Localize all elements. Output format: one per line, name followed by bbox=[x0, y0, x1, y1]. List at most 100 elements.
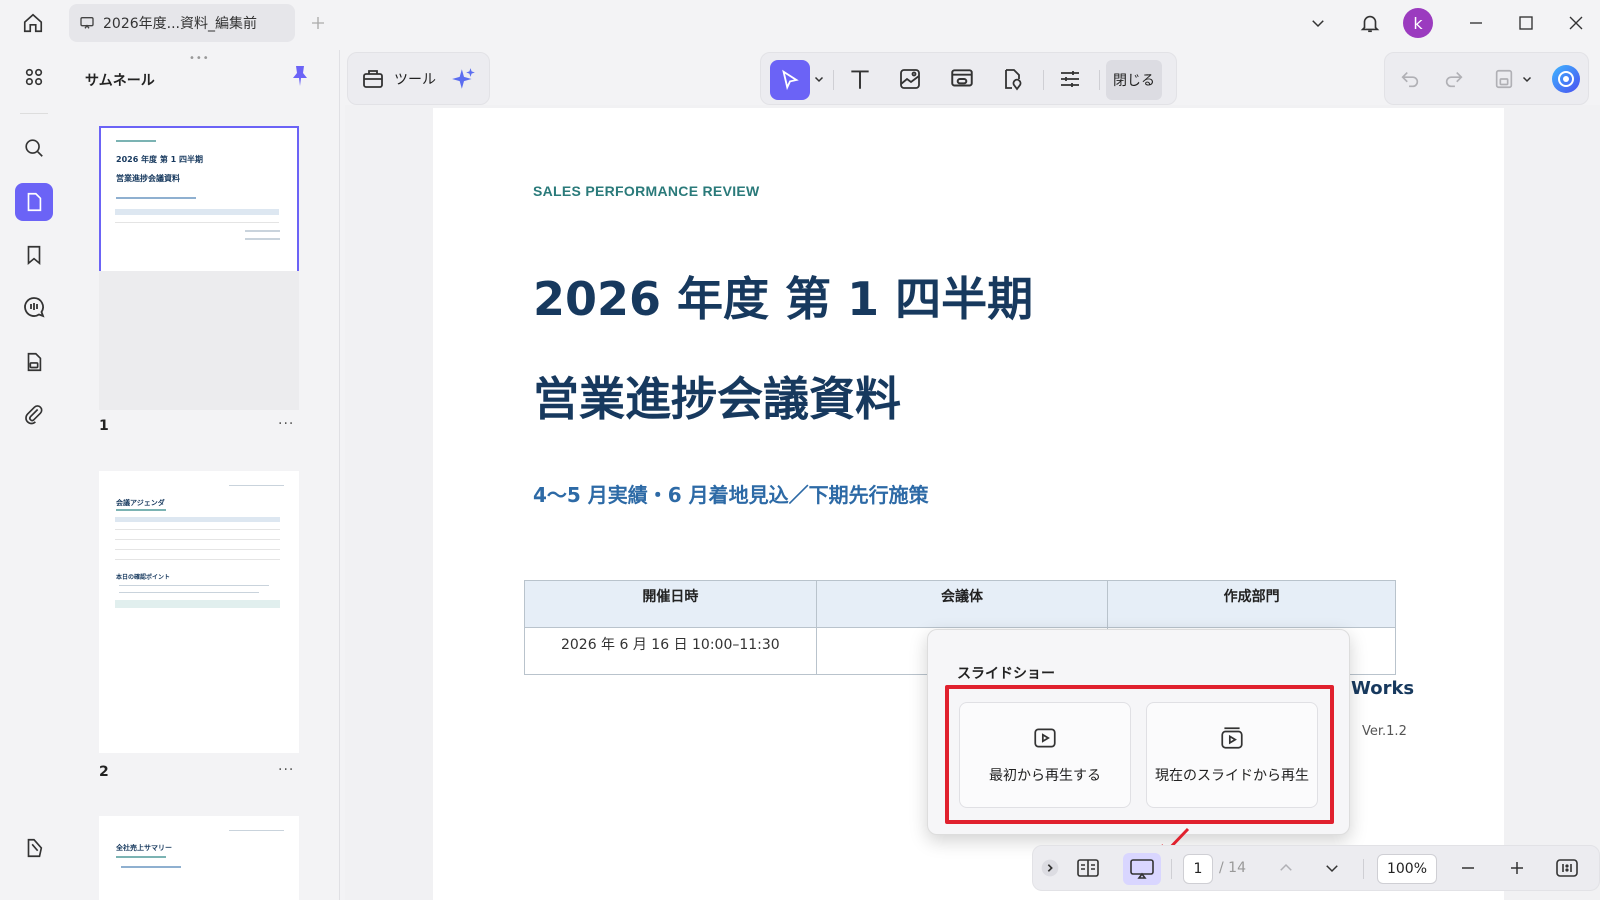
link-tool-icon[interactable] bbox=[949, 66, 975, 92]
slideshow-popup-title: スライドショー bbox=[957, 666, 1055, 682]
minimize-icon[interactable] bbox=[1464, 11, 1488, 35]
zoom-out-icon[interactable] bbox=[1459, 859, 1477, 877]
avatar[interactable]: k bbox=[1403, 8, 1433, 38]
reading-mode-icon[interactable] bbox=[1076, 856, 1100, 880]
toolbar-divider bbox=[1099, 70, 1100, 90]
thumbnail-page-1-lower bbox=[99, 271, 299, 410]
thumbnail-more-icon[interactable]: ··· bbox=[278, 762, 294, 778]
rail-divider bbox=[20, 113, 48, 114]
undo-icon[interactable] bbox=[1399, 68, 1421, 90]
actual-size-icon[interactable] bbox=[1555, 858, 1579, 878]
thumb-note bbox=[115, 600, 280, 608]
thumb-2-subheading: 本日の確認ポイント bbox=[116, 574, 171, 581]
select-tool-button[interactable] bbox=[770, 60, 810, 100]
thumb-line bbox=[245, 238, 280, 240]
slideshow-button[interactable] bbox=[1123, 853, 1161, 885]
bell-icon[interactable] bbox=[1356, 9, 1384, 37]
thumbnail-page-1[interactable]: 2026 年度 第 1 四半期 営業進捗会議資料 bbox=[99, 126, 299, 410]
document-title-line-1: 2026 年度 第 1 四半期 bbox=[533, 272, 1034, 326]
search-icon[interactable] bbox=[15, 129, 53, 167]
tools-group: ツール bbox=[347, 52, 490, 105]
thumbnail-panel: ••• サムネール 2026 年度 第 1 四半期 営業進捗会議資料 1 ···… bbox=[70, 50, 340, 900]
image-tool-icon[interactable] bbox=[898, 67, 922, 91]
thumb-line bbox=[115, 529, 280, 530]
layers-panel-icon[interactable] bbox=[15, 829, 53, 867]
chevron-down-icon[interactable] bbox=[813, 73, 825, 85]
presentation-icon bbox=[80, 16, 94, 29]
panel-drag-handle[interactable]: ••• bbox=[189, 53, 210, 64]
zoom-in-icon[interactable] bbox=[1508, 859, 1526, 877]
home-icon[interactable] bbox=[18, 9, 48, 37]
thumbnail-more-icon[interactable]: ··· bbox=[278, 416, 294, 432]
ai-assistant-icon[interactable] bbox=[1551, 64, 1581, 94]
thumb-2-heading: 会議アジェンダ bbox=[116, 499, 165, 507]
thumb-3-heading: 全社売上サマリー bbox=[116, 844, 172, 852]
redo-icon[interactable] bbox=[1443, 68, 1465, 90]
nav-divider bbox=[1363, 859, 1364, 879]
thumb-line bbox=[115, 539, 280, 540]
thumb-line bbox=[116, 140, 156, 142]
sliders-icon[interactable] bbox=[1058, 67, 1082, 91]
total-pages-label: / 14 bbox=[1219, 860, 1246, 876]
play-from-current-button[interactable]: 現在のスライドから再生 bbox=[1146, 702, 1318, 808]
table-header: 作成部門 bbox=[1107, 580, 1396, 628]
maximize-icon[interactable] bbox=[1514, 11, 1538, 35]
document-tab[interactable]: 2026年度...資料_編集前 bbox=[69, 4, 295, 42]
chevron-down-icon[interactable] bbox=[1521, 73, 1533, 85]
thumbnail-number: 2 bbox=[99, 764, 109, 780]
page-thumbnails-icon[interactable] bbox=[15, 183, 53, 221]
document-eyebrow: SALES PERFORMANCE REVIEW bbox=[533, 183, 760, 199]
toolbar-divider bbox=[1043, 70, 1044, 90]
left-icon-rail bbox=[0, 46, 68, 900]
bookmark-icon[interactable] bbox=[15, 236, 53, 274]
current-page-input[interactable]: 1 bbox=[1183, 854, 1213, 884]
collapse-toggle-icon[interactable] bbox=[1040, 858, 1060, 878]
nav-divider bbox=[1171, 859, 1172, 879]
thumb-table-header bbox=[115, 517, 280, 522]
document-subtitle: 4～5 月実績・6 月着地見込／下期先行施策 bbox=[533, 483, 929, 507]
play-from-start-button[interactable]: 最初から再生する bbox=[959, 702, 1131, 808]
cursor-arrow-icon bbox=[782, 69, 799, 91]
thumb-line bbox=[116, 197, 196, 199]
toolbar-divider bbox=[833, 70, 834, 90]
thumb-line bbox=[245, 230, 280, 232]
history-toolbar bbox=[1384, 52, 1589, 105]
location-page-icon[interactable] bbox=[1000, 67, 1024, 91]
thumb-line bbox=[116, 856, 166, 858]
table-header-row: 開催日時 会議体 作成部門 bbox=[524, 580, 1396, 628]
apps-grid-icon[interactable] bbox=[15, 58, 53, 96]
ai-sparkle-icon[interactable] bbox=[451, 66, 477, 92]
toolbox-icon[interactable] bbox=[361, 67, 385, 91]
previous-page-icon[interactable] bbox=[1277, 859, 1295, 877]
slideshow-popup: スライドショー 最初から再生する 現在のスライドから再生 bbox=[927, 629, 1350, 835]
thumb-line bbox=[116, 509, 166, 511]
thumb-line bbox=[229, 830, 284, 831]
attachment-icon[interactable] bbox=[15, 396, 53, 434]
text-tool-icon[interactable] bbox=[847, 66, 873, 92]
thumbnail-page-3[interactable]: 全社売上サマリー bbox=[99, 816, 299, 900]
thumbnail-page-2[interactable]: 会議アジェンダ 本日の確認ポイント bbox=[99, 471, 299, 753]
title-bar: 2026年度...資料_編集前 k bbox=[0, 0, 1600, 46]
thumb-line bbox=[121, 866, 181, 868]
thumb-table-header bbox=[115, 209, 279, 215]
thumb-line bbox=[119, 592, 259, 593]
pin-icon[interactable] bbox=[288, 64, 312, 92]
comment-icon[interactable] bbox=[15, 288, 53, 326]
thumb-line bbox=[115, 222, 279, 223]
new-tab-icon[interactable] bbox=[306, 11, 330, 35]
play-from-start-label: 最初から再生する bbox=[989, 768, 1101, 784]
document-form-icon[interactable] bbox=[15, 343, 53, 381]
close-window-icon[interactable] bbox=[1564, 11, 1588, 35]
play-current-slide-icon bbox=[1221, 727, 1243, 749]
document-title-line-2: 営業進捗会議資料 bbox=[533, 372, 901, 426]
chevron-down-icon[interactable] bbox=[1306, 11, 1330, 35]
table-header: 会議体 bbox=[815, 580, 1109, 628]
table-cell: 2026 年 6 月 16 日 10:00–11:30 bbox=[524, 627, 817, 675]
save-icon[interactable] bbox=[1493, 68, 1515, 90]
thumb-1-heading-2: 営業進捗会議資料 bbox=[116, 174, 180, 183]
close-edit-button[interactable]: 閉じる bbox=[1106, 60, 1162, 100]
edit-toolbar: 閉じる bbox=[760, 52, 1177, 105]
tools-button[interactable]: ツール bbox=[394, 69, 436, 89]
zoom-level-input[interactable]: 100% bbox=[1377, 854, 1437, 884]
next-page-icon[interactable] bbox=[1323, 859, 1341, 877]
